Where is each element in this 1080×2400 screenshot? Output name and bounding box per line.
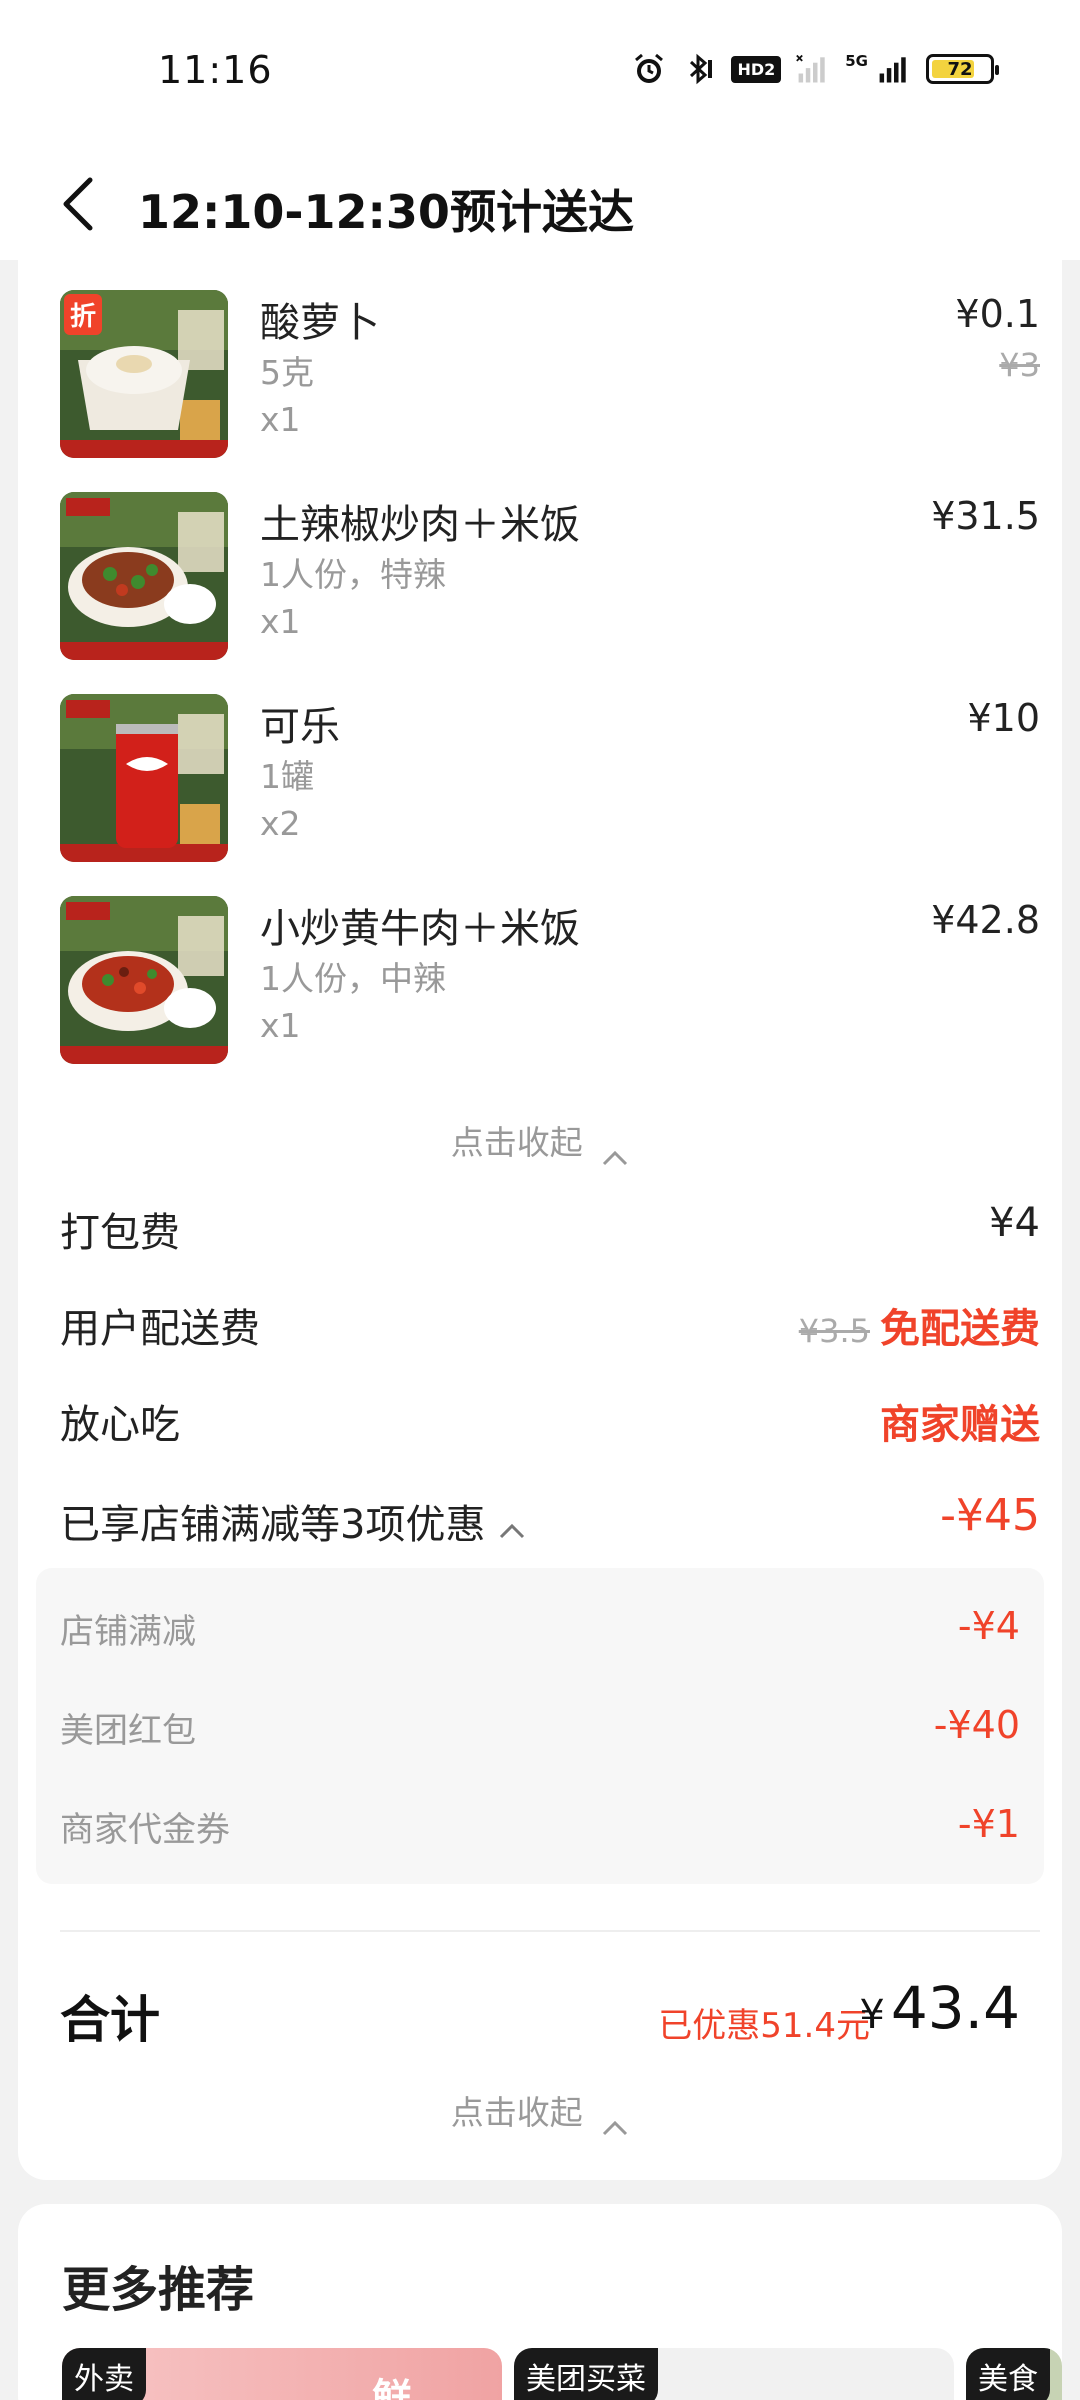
discount-label: 商家代金券	[60, 1810, 230, 1850]
alarm-icon	[631, 52, 667, 86]
collapse-label: 点击收起	[450, 2093, 583, 2132]
item-name: 可乐	[260, 704, 340, 750]
packing-fee-value: ¥4	[989, 1200, 1040, 1246]
item-price: ¥0.1	[955, 292, 1040, 336]
battery-icon: 72	[926, 54, 999, 84]
status-bar: 11:16 HD2 5G 72	[0, 0, 1080, 140]
rec-card-grocery[interactable]: 美团买菜	[514, 2348, 954, 2400]
chevron-up-icon	[498, 1504, 526, 1550]
discount-value: -¥40	[933, 1703, 1020, 1747]
assurance-value: 商家赠送	[880, 1402, 1040, 1448]
currency-symbol: ¥	[859, 1992, 885, 2038]
item-thumbnail	[60, 492, 228, 660]
discount-summary-value: -¥45	[940, 1490, 1040, 1541]
battery-level: 72	[947, 58, 973, 80]
item-spec: 1罐	[260, 757, 314, 796]
collapse-total-button[interactable]: 点击收起	[18, 2086, 1062, 2135]
discount-value: -¥4	[957, 1604, 1020, 1648]
divider	[60, 1930, 1040, 1932]
item-thumbnail	[60, 896, 228, 1064]
discount-row: 美团红包 -¥40	[60, 1703, 1020, 1753]
hd-voice-badge: HD2	[731, 55, 782, 83]
item-name: 酸萝卜	[260, 300, 380, 346]
discount-row: 商家代金券 -¥1	[60, 1802, 1020, 1852]
packing-fee-row: 打包费 ¥4	[60, 1200, 1040, 1260]
page-header: 12:10-12:30预计送达	[0, 140, 1080, 260]
item-quantity: x1	[260, 1006, 301, 1045]
rec-card-food[interactable]: 美食	[966, 2348, 1062, 2400]
rec-banner-text: 鲜	[372, 2376, 412, 2400]
total-saved: 已优惠51.4元	[658, 2006, 870, 2046]
status-time: 11:16	[158, 48, 273, 92]
item-price: ¥31.5	[931, 494, 1040, 538]
discount-summary-text: 已享店铺满减等3项优惠	[60, 1502, 486, 1548]
item-price: ¥42.8	[931, 898, 1040, 942]
item-spec: 1人份，特辣	[260, 555, 446, 594]
discount-label: 店铺满减	[60, 1612, 196, 1652]
chevron-up-icon	[601, 2106, 629, 2135]
item-spec: 5克	[260, 353, 314, 392]
delivery-fee-value: ¥3.5 免配送费	[799, 1296, 1040, 1354]
discount-breakdown: 店铺满减 -¥4 美团红包 -¥40 商家代金券 -¥1	[36, 1568, 1044, 1884]
discount-summary-label: 已享店铺满减等3项优惠	[60, 1492, 526, 1550]
collapse-label: 点击收起	[450, 1123, 583, 1162]
rec-tag: 美食	[966, 2348, 1050, 2400]
discount-summary-row[interactable]: 已享店铺满减等3项优惠 -¥45	[60, 1490, 1040, 1552]
page-title: 12:10-12:30预计送达	[138, 185, 634, 239]
back-arrow-icon[interactable]	[58, 176, 98, 232]
discount-badge: 折	[64, 294, 103, 335]
status-icons: HD2 5G 72	[631, 52, 999, 86]
network-type-label: 5G	[845, 52, 868, 70]
discount-row: 店铺满减 -¥4	[60, 1604, 1020, 1654]
item-quantity: x2	[260, 804, 301, 843]
delivery-fee-original: ¥3.5	[798, 1312, 870, 1350]
order-item[interactable]: 折 酸萝卜 5克 x1 ¥0.1 ¥3	[60, 290, 1040, 460]
item-original-price: ¥3	[999, 346, 1040, 384]
signal-strong-icon	[876, 52, 912, 86]
delivery-fee-row: 用户配送费 ¥3.5 免配送费	[60, 1296, 1040, 1356]
order-item[interactable]: 土辣椒炒肉＋米饭 1人份，特辣 x1 ¥31.5	[60, 492, 1040, 662]
signal-weak-icon	[795, 52, 831, 86]
more-recommendations: 更多推荐 外卖 鲜 美团买菜 美食	[18, 2204, 1062, 2400]
total-value: 43.4	[890, 1974, 1020, 2042]
item-spec: 1人份，中辣	[260, 959, 446, 998]
discount-label: 美团红包	[60, 1711, 196, 1751]
order-detail-card: 折 酸萝卜 5克 x1 ¥0.1 ¥3 土辣椒炒肉＋米饭 1人份，特辣 x1 ¥…	[18, 260, 1062, 2180]
item-quantity: x1	[260, 400, 301, 439]
rec-tag: 美团买菜	[514, 2348, 658, 2400]
free-delivery-label: 免配送费	[880, 1306, 1040, 1352]
order-item[interactable]: 小炒黄牛肉＋米饭 1人份，中辣 x1 ¥42.8	[60, 896, 1040, 1066]
order-item[interactable]: 可乐 1罐 x2 ¥10	[60, 694, 1040, 864]
item-price: ¥10	[967, 696, 1040, 740]
item-name: 小炒黄牛肉＋米饭	[260, 906, 580, 952]
chevron-up-icon	[601, 1136, 629, 1165]
collapse-items-button[interactable]: 点击收起	[18, 1116, 1062, 1165]
assurance-row: 放心吃 商家赠送	[60, 1392, 1040, 1452]
section-title: 更多推荐	[62, 2262, 255, 2318]
delivery-fee-label: 用户配送费	[60, 1306, 260, 1352]
item-name: 土辣椒炒肉＋米饭	[260, 502, 580, 548]
total-amount: ¥43.4	[859, 1974, 1020, 2042]
assurance-label: 放心吃	[60, 1402, 180, 1448]
discount-value: -¥1	[957, 1802, 1020, 1846]
item-thumbnail: 折	[60, 290, 228, 458]
packing-fee-label: 打包费	[60, 1210, 180, 1256]
item-thumbnail	[60, 694, 228, 862]
rec-card-takeout[interactable]: 外卖 鲜	[62, 2348, 502, 2400]
bluetooth-icon	[681, 52, 717, 86]
item-quantity: x1	[260, 602, 301, 641]
total-label: 合计	[60, 1991, 160, 2049]
rec-tag: 外卖	[62, 2348, 146, 2400]
